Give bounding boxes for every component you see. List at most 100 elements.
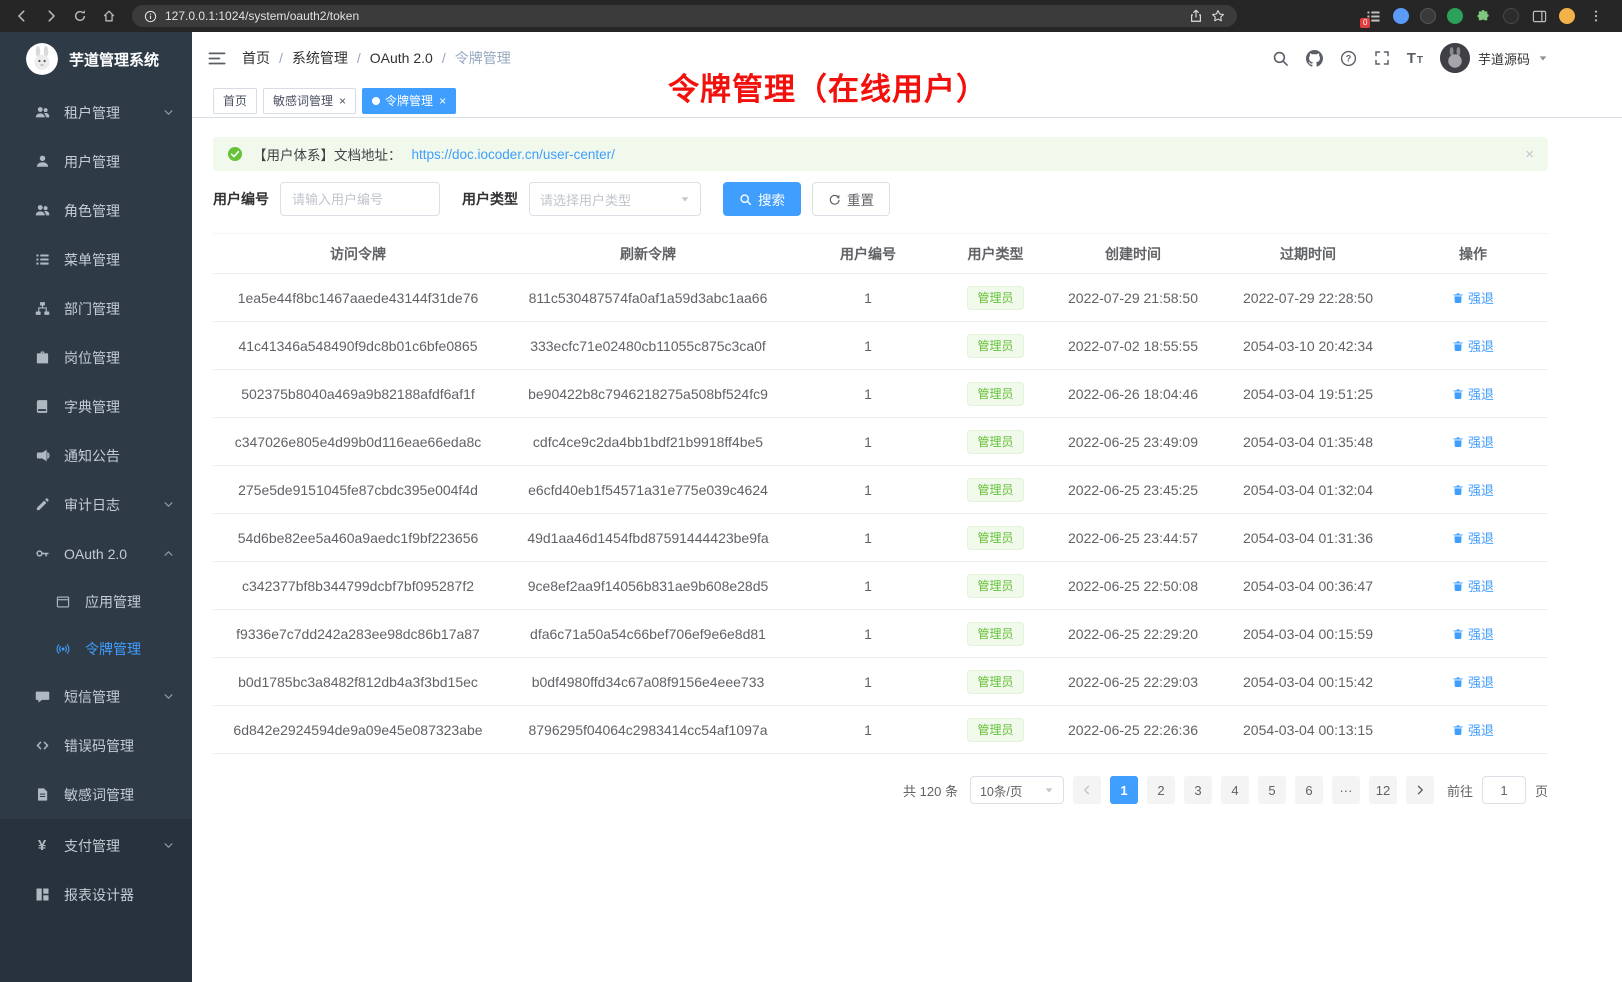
- bookmark-star-icon[interactable]: [1211, 9, 1225, 23]
- refresh-token-cell: cdfc4ce9c2da4bb1bdf21b9918ff4be5: [503, 418, 793, 466]
- puzzle-icon[interactable]: [1474, 7, 1492, 25]
- trash-icon: [1452, 388, 1464, 400]
- column-header: 过期时间: [1218, 234, 1398, 274]
- font-size-icon[interactable]: TT: [1407, 51, 1423, 66]
- sidebar-item-sensitive-word[interactable]: 敏感词管理: [0, 770, 192, 819]
- sidebar-item-notice[interactable]: 通知公告: [0, 431, 192, 480]
- page-size-select[interactable]: 10条/页: [970, 776, 1064, 804]
- extension-icon[interactable]: 0: [1364, 7, 1382, 25]
- force-logout-button[interactable]: 强退: [1452, 384, 1494, 403]
- user-type-select[interactable]: 请选择用户类型: [529, 182, 701, 216]
- tab-sensitive-word[interactable]: 敏感词管理×: [263, 88, 356, 114]
- active-tab-dot: [372, 97, 380, 105]
- goto-page-input[interactable]: [1482, 776, 1526, 804]
- sidebar-item-dict[interactable]: 字典管理: [0, 382, 192, 431]
- force-logout-label: 强退: [1468, 384, 1494, 403]
- tab-close-icon[interactable]: ×: [339, 95, 346, 107]
- fullscreen-icon[interactable]: [1374, 50, 1390, 66]
- trash-icon: [1452, 628, 1464, 640]
- force-logout-button[interactable]: 强退: [1452, 624, 1494, 643]
- page-button-3[interactable]: 3: [1184, 776, 1212, 804]
- share-icon[interactable]: [1189, 9, 1203, 23]
- force-logout-button[interactable]: 强退: [1452, 432, 1494, 451]
- sidebar-item-error-code[interactable]: 错误码管理: [0, 721, 192, 770]
- chevron-down-icon: [1044, 785, 1054, 795]
- badge-icon: [34, 350, 50, 365]
- reload-button[interactable]: [70, 6, 90, 26]
- search-icon[interactable]: [1272, 50, 1289, 67]
- user-id-cell: 1: [793, 706, 943, 754]
- user-type-tag: 管理员: [967, 430, 1023, 454]
- app-logo[interactable]: 芋道管理系统: [0, 32, 192, 86]
- sidebar-item-report-designer[interactable]: 报表设计器: [0, 870, 192, 919]
- hamburger-icon[interactable]: [208, 51, 226, 66]
- force-logout-button[interactable]: 强退: [1452, 480, 1494, 499]
- sidebar-item-oauth2-token[interactable]: 令牌管理: [0, 625, 192, 672]
- tab-close-icon[interactable]: ×: [439, 95, 446, 107]
- extension-paw-icon[interactable]: [1503, 8, 1519, 24]
- home-button[interactable]: [99, 6, 119, 26]
- sidebar-item-user[interactable]: 用户管理: [0, 137, 192, 186]
- force-logout-button[interactable]: 强退: [1452, 672, 1494, 691]
- page-button-4[interactable]: 4: [1221, 776, 1249, 804]
- alert-close-icon[interactable]: ×: [1525, 146, 1534, 163]
- sidebar-item-oauth2-app[interactable]: 应用管理: [0, 578, 192, 625]
- sidebar-item-tenant[interactable]: 租户管理: [0, 88, 192, 137]
- sidebar-item-post[interactable]: 岗位管理: [0, 333, 192, 382]
- sidebar-item-role[interactable]: 角色管理: [0, 186, 192, 235]
- back-button[interactable]: [12, 6, 32, 26]
- page-button-1[interactable]: 1: [1110, 776, 1138, 804]
- help-icon[interactable]: ?: [1340, 50, 1357, 67]
- extension-blue-icon[interactable]: [1393, 8, 1409, 24]
- next-page-button[interactable]: [1406, 776, 1434, 804]
- sidebar-item-pay[interactable]: ¥支付管理: [0, 821, 192, 870]
- breadcrumb: 首页/系统管理/OAuth 2.0/令牌管理: [242, 48, 511, 68]
- page-button-6[interactable]: 6: [1295, 776, 1323, 804]
- breadcrumb-item[interactable]: OAuth 2.0: [370, 50, 433, 66]
- sidebar-item-label: 审计日志: [64, 495, 120, 515]
- sidebar-item-label: 岗位管理: [64, 348, 120, 368]
- browser-menu-icon[interactable]: [1586, 6, 1606, 26]
- force-logout-button[interactable]: 强退: [1452, 576, 1494, 595]
- page-button-12[interactable]: 12: [1369, 776, 1397, 804]
- breadcrumb-item[interactable]: 系统管理: [292, 48, 348, 68]
- sidebar-item-menu[interactable]: 菜单管理: [0, 235, 192, 284]
- sidebar-item-audit-log[interactable]: 审计日志: [0, 480, 192, 529]
- chevron-down-icon: [1538, 53, 1548, 63]
- page-ellipsis[interactable]: ···: [1332, 776, 1360, 804]
- sidebar-item-dept[interactable]: 部门管理: [0, 284, 192, 333]
- force-logout-button[interactable]: 强退: [1452, 336, 1494, 355]
- page-button-5[interactable]: 5: [1258, 776, 1286, 804]
- table-row: 6d842e2924594de9a09e45e087323abe8796295f…: [213, 706, 1548, 754]
- github-icon[interactable]: [1306, 50, 1323, 67]
- sidebar-item-oauth2[interactable]: OAuth 2.0: [0, 529, 192, 578]
- url-bar[interactable]: 127.0.0.1:1024/system/oauth2/token: [132, 5, 1237, 27]
- user-type-tag: 管理员: [967, 286, 1023, 310]
- info-icon[interactable]: [144, 10, 157, 23]
- user-type-tag: 管理员: [967, 670, 1023, 694]
- sidebar-item-sms[interactable]: 短信管理: [0, 672, 192, 721]
- prev-page-button[interactable]: [1073, 776, 1101, 804]
- extension-dark-icon[interactable]: [1420, 8, 1436, 24]
- page-button-2[interactable]: 2: [1147, 776, 1175, 804]
- breadcrumb-item[interactable]: 首页: [242, 48, 270, 68]
- force-logout-button[interactable]: 强退: [1452, 288, 1494, 307]
- search-button[interactable]: 搜索: [723, 182, 801, 216]
- user-type-cell: 管理员: [943, 658, 1048, 706]
- force-logout-button[interactable]: 强退: [1452, 528, 1494, 547]
- forward-button[interactable]: [41, 6, 61, 26]
- app-title: 芋道管理系统: [69, 49, 159, 70]
- sidebar-item-label: 错误码管理: [64, 736, 134, 756]
- table-row: 275e5de9151045fe87cbdc395e004f4de6cfd40e…: [213, 466, 1548, 514]
- doc-link[interactable]: https://doc.iocoder.cn/user-center/: [412, 147, 615, 162]
- force-logout-button[interactable]: 强退: [1452, 720, 1494, 739]
- extension-green-icon[interactable]: [1447, 8, 1463, 24]
- profile-avatar[interactable]: [1559, 8, 1575, 24]
- side-panel-icon[interactable]: [1530, 7, 1548, 25]
- tab-token[interactable]: 令牌管理×: [362, 88, 456, 114]
- reset-button[interactable]: 重置: [812, 182, 890, 216]
- user-id-input[interactable]: [280, 182, 440, 216]
- tab-home[interactable]: 首页: [213, 88, 257, 114]
- user-menu[interactable]: 芋道源码: [1440, 43, 1548, 73]
- sms-icon: [34, 689, 50, 704]
